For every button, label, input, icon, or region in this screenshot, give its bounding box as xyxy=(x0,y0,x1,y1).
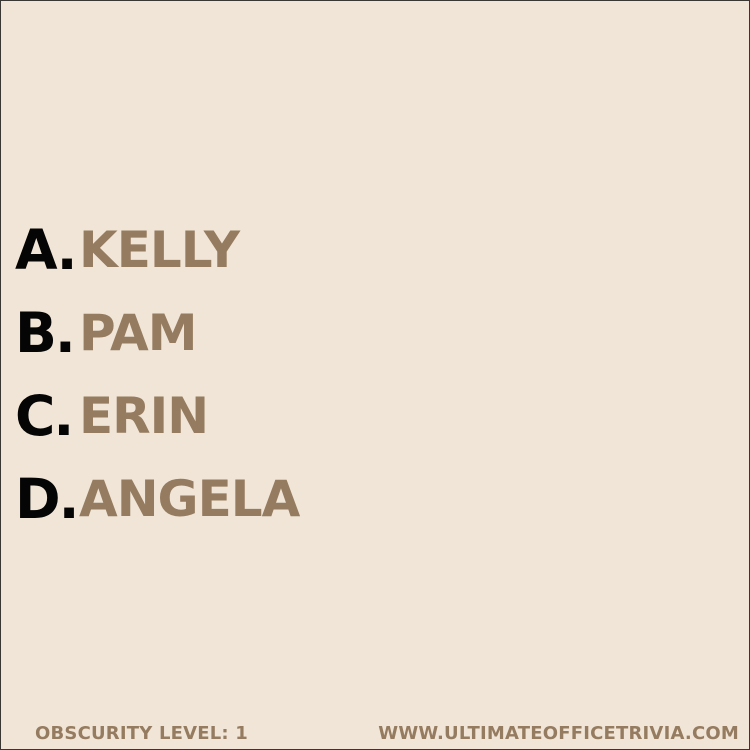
option-letter: C. xyxy=(15,384,74,448)
option-d: D. ANGELA xyxy=(15,468,735,530)
trivia-card: A. KELLY B. PAM C. ERIN D. ANGELA OBSCUR… xyxy=(0,0,750,750)
option-answer: ERIN xyxy=(79,387,209,445)
option-answer: KELLY xyxy=(79,221,240,279)
option-b: B. PAM xyxy=(15,302,735,364)
option-answer: PAM xyxy=(79,304,198,362)
option-a: A. KELLY xyxy=(15,219,735,281)
option-answer: ANGELA xyxy=(79,470,300,528)
option-letter: B. xyxy=(15,301,76,365)
footer: OBSCURITY LEVEL: 1 WWW.ULTIMATEOFFICETRI… xyxy=(1,721,749,747)
option-c: C. ERIN xyxy=(15,385,735,447)
website-link[interactable]: WWW.ULTIMATEOFFICETRIVIA.COM xyxy=(378,721,739,747)
option-letter: D. xyxy=(15,467,80,531)
option-letter: A. xyxy=(15,218,77,282)
obscurity-level: OBSCURITY LEVEL: 1 xyxy=(35,723,248,744)
answer-options: A. KELLY B. PAM C. ERIN D. ANGELA xyxy=(15,219,735,530)
